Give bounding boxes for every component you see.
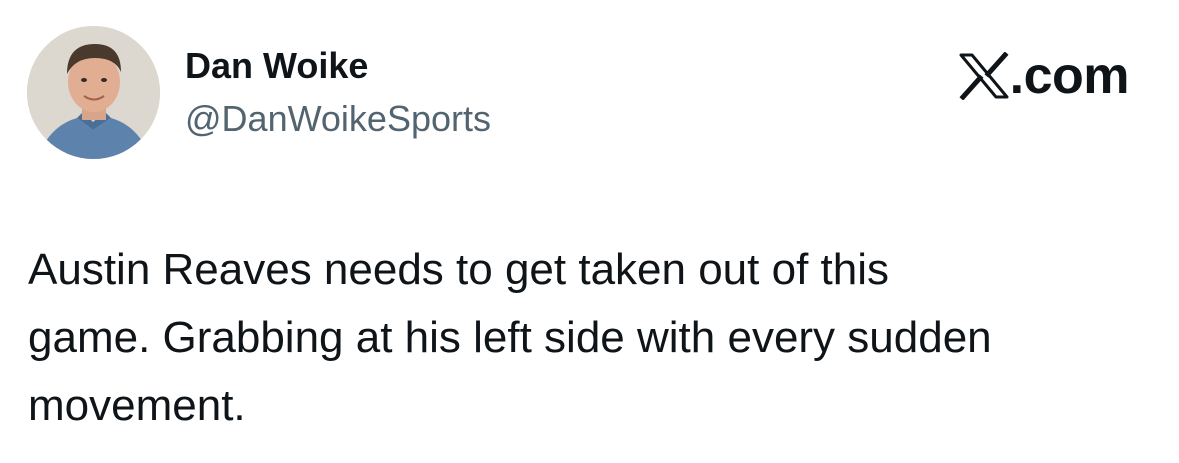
brand-domain-text: .com [1009,47,1130,105]
avatar[interactable] [27,26,160,159]
profile-photo-icon [27,26,160,159]
author-handle[interactable]: @DanWoikeSports [185,97,491,141]
brand-watermark: .com [958,47,1130,105]
author-display-name[interactable]: Dan Woike [185,44,368,88]
x-logo-icon [959,52,1009,100]
tweet-card: Dan Woike @DanWoikeSports .com Austin Re… [0,0,1179,463]
tweet-text: Austin Reaves needs to get taken out of … [28,245,992,430]
